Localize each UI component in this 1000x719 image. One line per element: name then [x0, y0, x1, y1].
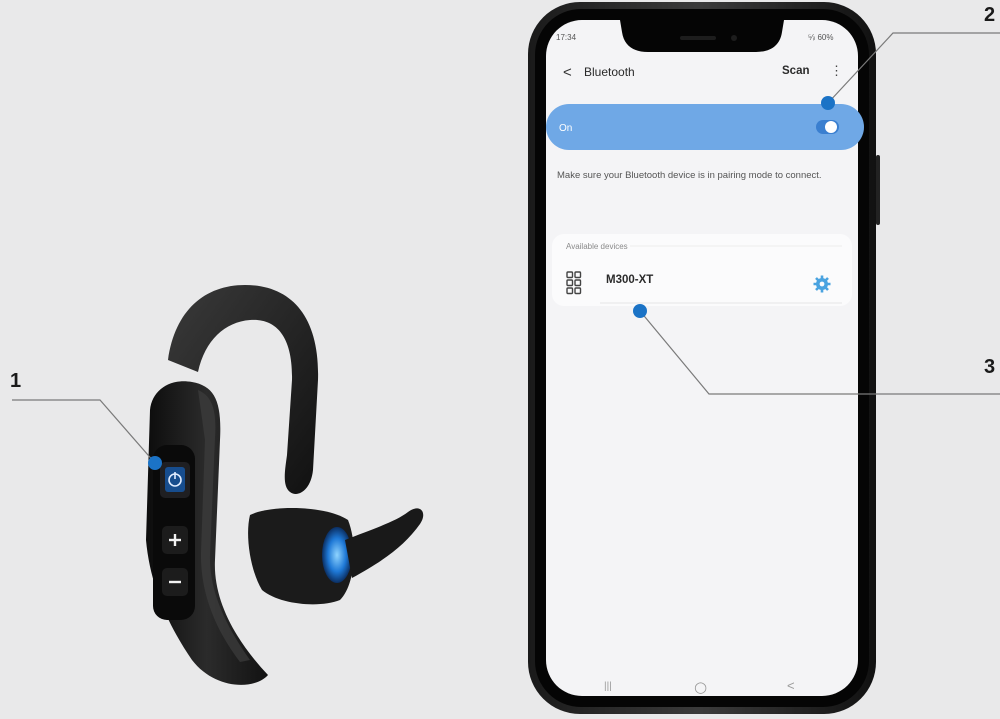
bluetooth-toggle-label: On	[559, 123, 573, 134]
status-bar-indicators: ⁵⁄ᵢₗ 60%	[808, 33, 834, 42]
back-arrow-icon[interactable]: <	[563, 64, 572, 81]
callout-1-dot	[148, 456, 162, 470]
scan-button[interactable]: Scan	[782, 65, 810, 77]
nav-recent-icon[interactable]: |||	[604, 681, 612, 692]
callout-1-line	[12, 399, 156, 464]
pairing-hint-text: Make sure your Bluetooth device is in pa…	[557, 170, 822, 181]
available-devices-heading: Available devices	[566, 242, 628, 251]
headset-logo-badge	[322, 527, 352, 583]
callout-number-2: 2	[984, 4, 996, 26]
diagram-canvas: ||| ○ <	[12, 2, 1000, 714]
status-bar-time: 17:34	[556, 33, 577, 42]
nav-home-icon[interactable]: ○	[694, 678, 707, 696]
callout-3-dot	[633, 304, 647, 318]
headset-illustration	[146, 285, 424, 685]
callout-number-3: 3	[984, 356, 996, 378]
headset-boom	[345, 508, 424, 578]
more-options-icon[interactable]: ⋮	[830, 63, 843, 79]
device-settings-gear-icon[interactable]	[813, 275, 831, 293]
callout-2-dot	[821, 96, 835, 110]
device-list-item-name[interactable]: M300-XT	[606, 274, 653, 286]
callout-number-1: 1	[10, 370, 22, 392]
nav-back-icon[interactable]: <	[787, 678, 795, 693]
bluetooth-page-title: Bluetooth	[584, 65, 635, 79]
